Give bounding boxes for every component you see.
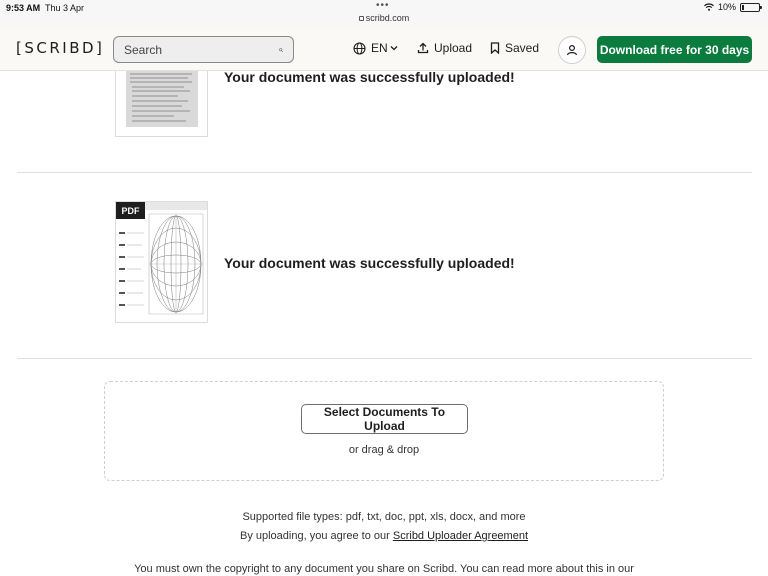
status-time: 9:53 AM [6,3,41,13]
upload-link[interactable]: Upload [417,41,472,55]
saved-link[interactable]: Saved [490,41,539,55]
search-icon[interactable] [279,43,283,57]
download-free-button[interactable]: Download free for 30 days [597,36,752,63]
battery-percent: 10% [717,2,736,12]
divider [17,172,752,173]
search-box[interactable] [113,36,294,63]
pdf-badge: PDF [116,202,145,219]
thumbnail-preview [116,202,207,322]
agreement-prefix: By uploading, you agree to our [239,530,390,542]
scribd-logo[interactable]: [SCRIBD] [16,39,104,57]
battery-icon [740,2,762,12]
divider [17,358,752,359]
thumbnail-preview [126,71,198,127]
drag-drop-hint: or drag & drop [348,444,420,456]
upload-success-message: Your document was successfully uploaded! [224,69,515,85]
chevron-down-icon [390,46,398,51]
globe-icon [353,41,366,55]
document-thumbnail[interactable] [115,71,208,137]
status-date: Thu 3 Apr [45,3,85,13]
copyright-notice: You must own the copyright to any docume… [134,563,634,575]
address-url: scribd.com [365,13,410,23]
site-header: [SCRIBD] EN Upload Saved [0,27,768,71]
account-button[interactable] [558,36,586,64]
upload-success-message: Your document was successfully uploaded! [224,255,515,271]
user-icon [566,44,578,56]
status-indicators: 10% [704,2,762,12]
bookmark-icon [490,42,500,54]
select-documents-button[interactable]: Select Documents To Upload [301,404,468,434]
agreement-notice: By uploading, you agree to our Scribd Up… [0,530,768,542]
upload-icon [417,42,429,54]
uploader-agreement-link[interactable]: Scribd Uploader Agreement [393,530,528,542]
supported-file-types: Supported file types: pdf, txt, doc, ppt… [242,511,526,523]
lock-icon [358,16,364,21]
multitasking-dots-icon[interactable]: ••• [376,0,390,11]
address-bar[interactable]: scribd.com [0,13,768,23]
language-selector[interactable]: EN [353,41,398,55]
search-input[interactable] [124,42,279,57]
language-label: EN [371,41,388,55]
saved-label: Saved [505,41,540,55]
document-thumbnail[interactable]: PDF [115,201,208,323]
status-bar: 9:53 AM Thu 3 Apr ••• scribd.com 10% [0,0,768,27]
upload-label: Upload [434,41,473,55]
wifi-icon [704,3,714,11]
